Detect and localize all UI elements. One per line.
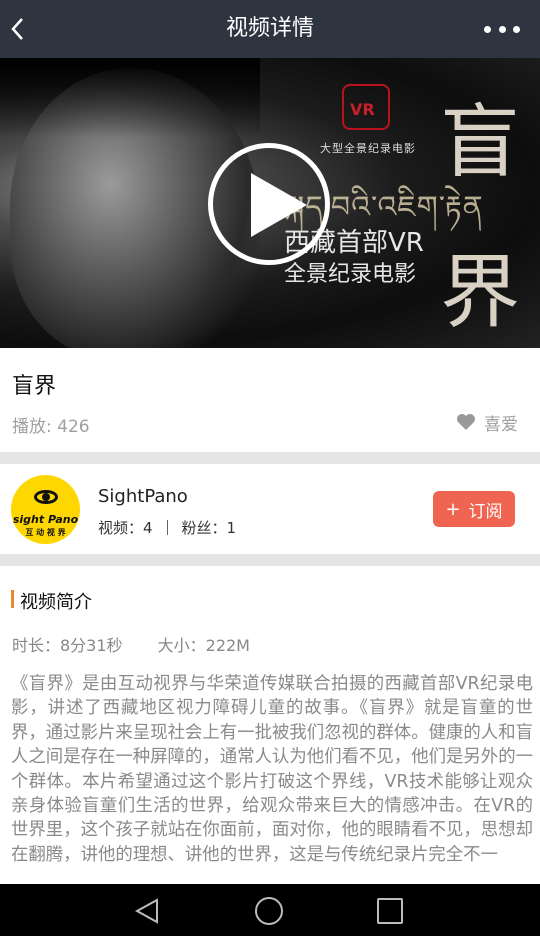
play-count: 播放: 426: [12, 417, 90, 437]
duration: 时长：8分31秒: [12, 636, 123, 655]
poster-seal-text: VR: [350, 100, 375, 119]
section-divider: [0, 452, 540, 464]
poster-subheadline: 全景纪录电影: [284, 262, 417, 287]
description-heading: 视频简介: [20, 592, 92, 613]
nav-back-icon[interactable]: [133, 897, 161, 925]
channel-name[interactable]: SightPano: [98, 486, 188, 507]
fans-count: 粉丝：1: [181, 519, 237, 537]
avatar-brand-cn-text: 互 动 视 界: [25, 528, 66, 537]
video-title: 盲界: [12, 374, 57, 399]
heart-icon: [457, 414, 475, 430]
play-button-icon[interactable]: [208, 143, 330, 265]
plus-icon: +: [445, 498, 461, 520]
avatar-brand-text: sight Pano: [12, 513, 79, 526]
like-button[interactable]: 喜爱: [456, 410, 518, 435]
subscribe-button[interactable]: + 订阅: [433, 491, 515, 527]
file-size: 大小：222M: [157, 636, 250, 655]
page-title: 视频详情: [225, 16, 314, 41]
nav-recent-apps-icon[interactable]: [377, 898, 403, 924]
video-info: 盲界 播放: 426 喜爱: [0, 348, 540, 452]
like-label: 喜爱: [484, 414, 518, 435]
channel-card: sight Pano 互 动 视 界 SightPano 视频：4 粉丝：1 +…: [0, 464, 540, 554]
more-options-icon[interactable]: [484, 18, 520, 40]
stats-divider: [166, 520, 168, 535]
video-player[interactable]: VR 大型全景纪录电影 སྐད་བའི་འཇིག་རྟེན 西藏首部VR 全景纪…: [0, 58, 540, 348]
description-text: 《盲界》是由互动视界与华荣道传媒联合拍摄的西藏首部VR纪录电影，讲述了西藏地区视…: [11, 674, 533, 865]
poster-caption: 大型全景纪录电影: [320, 142, 416, 155]
nav-home-icon[interactable]: [255, 897, 283, 925]
video-meta: 时长：8分31秒 大小：222M: [12, 632, 250, 656]
poster-calligraphy-title: 盲界: [440, 96, 520, 339]
video-count: 视频：4: [98, 519, 153, 537]
top-bar: 视频详情: [0, 0, 540, 58]
system-nav-bar: [0, 884, 540, 936]
channel-avatar[interactable]: sight Pano 互 动 视 界: [11, 475, 80, 544]
section-divider: [0, 554, 540, 566]
video-description: 视频简介 时长：8分31秒 大小：222M 《盲界》是由互动视界与华荣道传媒联合…: [0, 566, 540, 884]
subscribe-label: 订阅: [468, 501, 503, 522]
heading-accent-bar: [11, 590, 14, 608]
channel-stats: 视频：4 粉丝：1: [98, 517, 236, 538]
